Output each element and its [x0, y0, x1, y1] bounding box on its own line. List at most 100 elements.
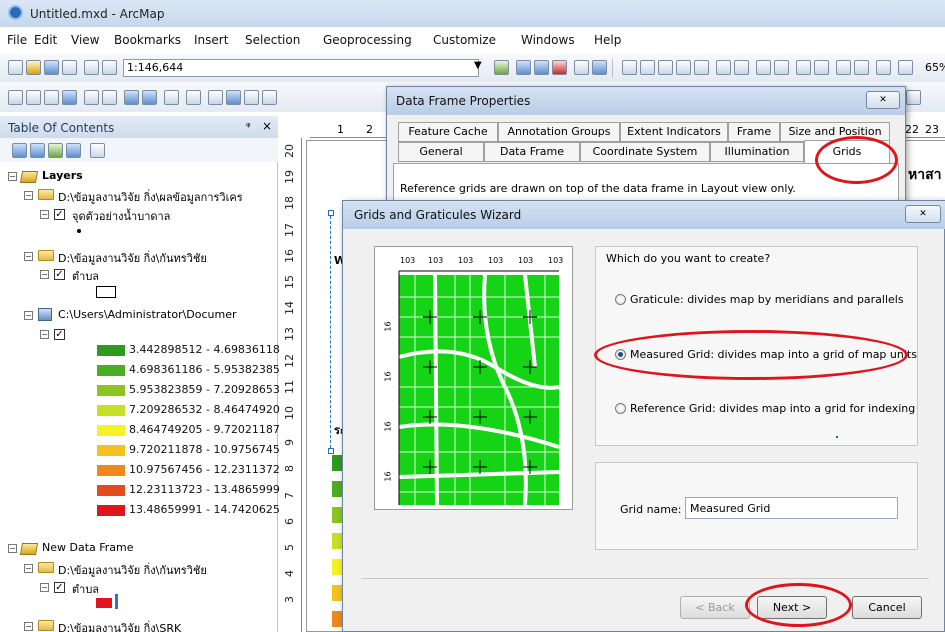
close-button[interactable]: ✕	[866, 91, 900, 109]
cut-icon[interactable]	[84, 60, 99, 75]
group-layer-label[interactable]: D:\ข้อมูลงานวิจัย กิ่ง\ผลข้อมูลการวิเคร	[58, 188, 243, 205]
select-elements-icon[interactable]	[208, 90, 223, 105]
selection-handle[interactable]	[328, 448, 334, 454]
zoom-icon[interactable]	[898, 60, 913, 75]
reference-grid-radio[interactable]	[615, 403, 626, 414]
pan-page-icon[interactable]	[658, 60, 673, 75]
toolbox-icon[interactable]	[552, 60, 567, 75]
refresh-icon[interactable]	[854, 60, 869, 75]
zoom-whole-page-icon[interactable]	[622, 60, 637, 75]
tab-data-frame[interactable]: Data Frame	[484, 142, 580, 162]
toggle-draft-icon[interactable]	[756, 60, 771, 75]
model-icon[interactable]	[592, 60, 607, 75]
full-extent-icon[interactable]	[62, 90, 77, 105]
layer-visibility-checkbox[interactable]: ✓	[54, 582, 65, 593]
editor-icon[interactable]	[494, 60, 509, 75]
list-by-selection-icon[interactable]	[66, 143, 81, 158]
copy-icon[interactable]	[102, 60, 117, 75]
cancel-button[interactable]: Cancel	[852, 596, 922, 619]
graticule-radio[interactable]	[615, 294, 626, 305]
tab-coordinate-system[interactable]: Coordinate System	[580, 142, 710, 162]
pin-icon[interactable]: ᵠ	[246, 120, 251, 133]
menu-windows[interactable]: Windows	[521, 33, 575, 47]
fixed-zoom-in-icon[interactable]	[84, 90, 99, 105]
table-icon[interactable]	[516, 60, 531, 75]
close-button[interactable]: ✕	[905, 205, 941, 223]
grid-name-input[interactable]	[685, 497, 898, 519]
tab-frame[interactable]: Frame	[728, 122, 780, 142]
layers-frame-label[interactable]: Layers	[42, 169, 83, 186]
menu-insert[interactable]: Insert	[194, 33, 228, 47]
list-by-visibility-icon[interactable]	[48, 143, 63, 158]
zoom-level[interactable]: 65%	[925, 61, 945, 74]
identify-icon[interactable]	[226, 90, 241, 105]
tab-illumination[interactable]: Illumination	[710, 142, 804, 162]
group-layer-label[interactable]: D:\ข้อมูลงานวิจัย กิ่ง\กันทรวิชัย	[58, 561, 207, 578]
layer-visibility-checkbox[interactable]: ✓	[54, 329, 65, 340]
html-popup-icon[interactable]	[262, 90, 277, 105]
collapse-icon[interactable]: −	[40, 330, 49, 339]
reference-grid-option-label[interactable]: Reference Grid: divides map into a grid …	[630, 402, 915, 415]
change-layout-icon[interactable]	[796, 60, 811, 75]
layer-label[interactable]: ตำบล	[72, 267, 99, 284]
tab-extent-indicators[interactable]: Extent Indicators	[620, 122, 728, 142]
data-frame-label[interactable]: New Data Frame	[42, 541, 134, 558]
fixed-zoom-out-icon[interactable]	[102, 90, 117, 105]
layer-label[interactable]: จุดตัวอย่างน้ำบาดาล	[72, 207, 170, 224]
python-icon[interactable]	[574, 60, 589, 75]
group-layer-label[interactable]: D:\ข้อมูลงานวิจัย กิ่ง\SRK	[58, 619, 181, 632]
menu-help[interactable]: Help	[594, 33, 621, 47]
menu-geoprocessing[interactable]: Geoprocessing	[323, 33, 412, 47]
selection-handle[interactable]	[328, 210, 334, 216]
zoom-in-icon[interactable]	[8, 90, 23, 105]
collapse-icon[interactable]: −	[8, 172, 17, 181]
list-by-drawing-order-icon[interactable]	[12, 143, 27, 158]
menu-view[interactable]: View	[71, 33, 99, 47]
save-icon[interactable]	[44, 60, 59, 75]
menu-bookmarks[interactable]: Bookmarks	[114, 33, 181, 47]
collapse-icon[interactable]: −	[24, 311, 33, 320]
graticule-option-label[interactable]: Graticule: divides map by meridians and …	[630, 293, 904, 306]
menu-file[interactable]: File	[7, 33, 27, 47]
go-forward-icon[interactable]	[734, 60, 749, 75]
chevron-down-icon[interactable]: ▼	[474, 60, 482, 71]
pan-icon[interactable]	[44, 90, 59, 105]
list-by-source-icon[interactable]	[30, 143, 45, 158]
select-features-icon[interactable]	[164, 90, 179, 105]
zoom-100-icon[interactable]	[640, 60, 655, 75]
collapse-icon[interactable]: −	[40, 583, 49, 592]
go-back-icon[interactable]	[716, 60, 731, 75]
clear-selection-icon[interactable]	[186, 90, 201, 105]
data-driven-pages-icon[interactable]	[814, 60, 829, 75]
new-icon[interactable]	[8, 60, 23, 75]
map-scale-input[interactable]: 1:146,644	[123, 59, 479, 77]
grid-icon[interactable]	[876, 60, 891, 75]
zoom-out-page-icon[interactable]	[694, 60, 709, 75]
forward-extent-icon[interactable]	[142, 90, 157, 105]
menu-customize[interactable]: Customize	[433, 33, 496, 47]
tab-general[interactable]: General	[398, 142, 484, 162]
back-extent-icon[interactable]	[124, 90, 139, 105]
menu-edit[interactable]: Edit	[34, 33, 57, 47]
collapse-icon[interactable]: −	[24, 622, 33, 631]
options-icon[interactable]	[90, 143, 105, 158]
focus-frame-icon[interactable]	[774, 60, 789, 75]
collapse-icon[interactable]: −	[8, 544, 17, 553]
zoom-out-icon[interactable]	[26, 90, 41, 105]
menu-selection[interactable]: Selection	[245, 33, 300, 47]
tab-annotation-groups[interactable]: Annotation Groups	[498, 122, 620, 142]
drawing-icon[interactable]	[906, 90, 921, 105]
layer-label[interactable]: ตำบล	[72, 580, 99, 597]
page-layout-icon[interactable]	[836, 60, 851, 75]
layer-visibility-checkbox[interactable]: ✓	[54, 209, 65, 220]
open-icon[interactable]	[26, 60, 41, 75]
print-icon[interactable]	[62, 60, 77, 75]
hyperlink-icon[interactable]	[244, 90, 259, 105]
catalog-icon[interactable]	[534, 60, 549, 75]
collapse-icon[interactable]: −	[24, 191, 33, 200]
group-layer-label[interactable]: C:\Users\Administrator\Documer	[58, 308, 237, 325]
close-icon[interactable]: ×	[262, 119, 272, 133]
collapse-icon[interactable]: −	[40, 210, 49, 219]
tab-feature-cache[interactable]: Feature Cache	[398, 122, 498, 142]
back-button[interactable]: < Back	[680, 596, 750, 619]
